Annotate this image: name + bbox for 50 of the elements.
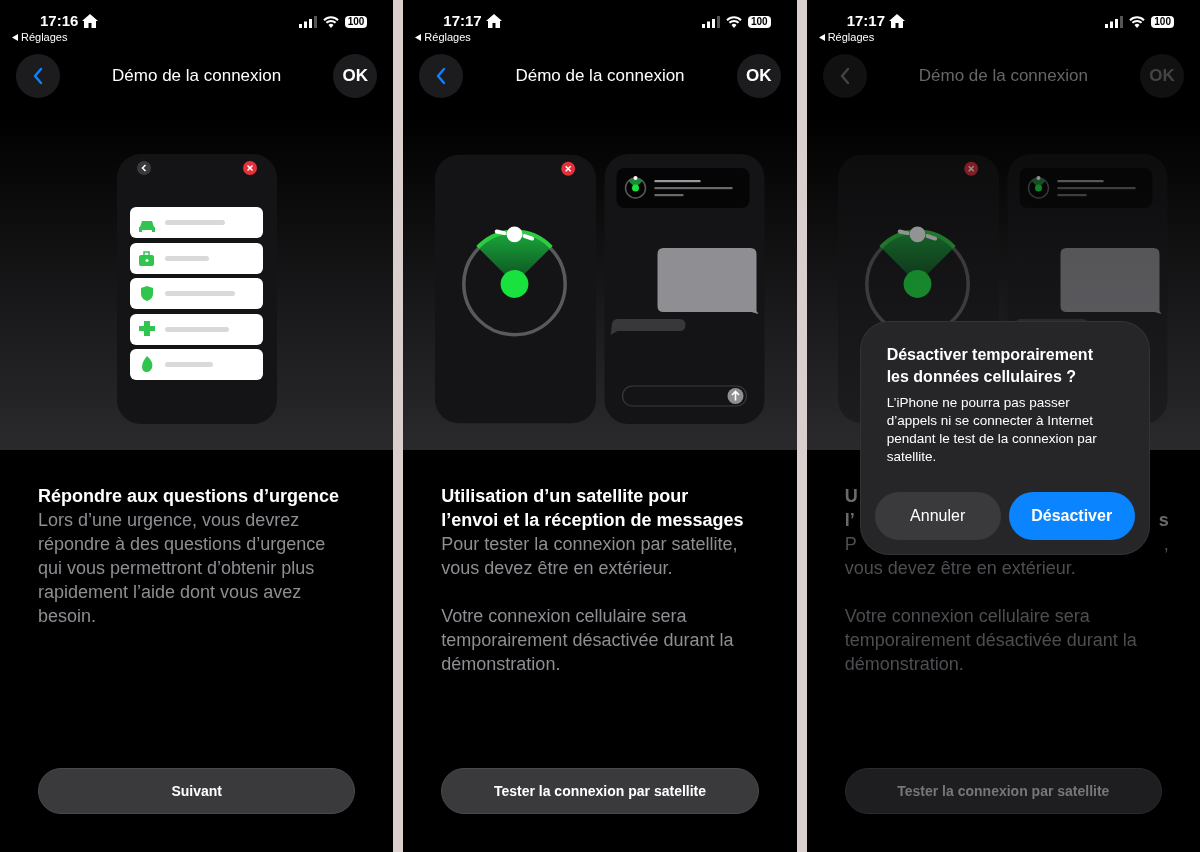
confirm-button[interactable]: Désactiver <box>1008 492 1135 540</box>
body-text: Votre connexion cellulaire sera temporairement désactivée durant la démonstration. <box>844 605 1138 676</box>
body-text: vous devez être en extérieur. <box>844 557 1077 580</box>
signal-icon <box>298 16 317 28</box>
body-text: Votre connexion cellulaire sera temporairement désactivée durant la démonstration. <box>441 605 735 676</box>
back-triangle-icon <box>12 33 18 41</box>
ok-button[interactable]: OK <box>333 54 378 98</box>
wifi-icon <box>725 16 742 28</box>
chevron-left-icon <box>436 67 447 85</box>
screen-title: Démo de la connexion <box>918 66 1088 86</box>
back-to-app-link[interactable]: Réglages <box>424 30 471 44</box>
body-text: Pour tester la connexion par satellite, vous devez être en extérieur. <box>441 533 739 580</box>
back-triangle-icon <box>818 33 825 41</box>
chevron-left-icon <box>33 67 43 85</box>
status-time: 17:16 <box>40 12 79 30</box>
wifi-icon <box>1129 16 1146 28</box>
back-to-app-link[interactable]: Réglages <box>827 30 875 44</box>
screen-title: Démo de la connexion <box>515 66 685 86</box>
battery-indicator: 100 <box>1151 16 1174 28</box>
back-button[interactable] <box>419 54 464 98</box>
battery-indicator: 100 <box>344 16 368 28</box>
signal-icon <box>701 16 720 28</box>
ok-button[interactable]: OK <box>736 54 781 98</box>
home-icon <box>82 14 99 28</box>
dialog-title: Désactiver temporairement les données cellulaires ? <box>886 345 1094 387</box>
primary-button[interactable]: Tester la connexion par satellite <box>441 768 759 814</box>
partially-covered-text: l’ <box>844 509 855 532</box>
screen-title: Démo de la connexion <box>112 66 282 86</box>
body-text: Lors d’une urgence, vous devrez répondre à des questions d’urgence qui vous permettront d’obtenir plus rapidement l’aide dont vous avez besoin. <box>38 509 327 628</box>
status-time: 17:17 <box>846 12 886 30</box>
cancel-button[interactable]: Annuler <box>874 492 1001 540</box>
dialog-message: L’iPhone ne pourra pas passer d’appels ni se connecter à Internet pendant le test de la connexion par satellite. <box>886 394 1098 466</box>
home-icon <box>485 14 502 28</box>
home-icon <box>889 14 906 28</box>
back-button[interactable] <box>16 54 60 98</box>
primary-button[interactable]: Suivant <box>38 768 356 814</box>
section-heading: Répondre aux questions d’urgence <box>38 485 341 508</box>
signal-icon <box>1105 16 1124 28</box>
partially-covered-text: s <box>1158 509 1169 532</box>
status-time: 17:17 <box>443 12 482 30</box>
partially-covered-text: , <box>1163 533 1169 556</box>
back-to-app-link[interactable]: Réglages <box>21 30 68 44</box>
battery-indicator: 100 <box>747 16 771 28</box>
chevron-left-icon <box>839 67 850 85</box>
wifi-icon <box>322 16 339 28</box>
partially-covered-text: U <box>844 485 858 508</box>
partially-covered-text: P <box>844 533 857 556</box>
section-heading: Utilisation d’un satellite pour l’envoi et la réception de messages <box>441 485 745 532</box>
back-triangle-icon <box>415 33 422 41</box>
primary-button[interactable]: Tester la connexion par satellite <box>844 768 1162 814</box>
